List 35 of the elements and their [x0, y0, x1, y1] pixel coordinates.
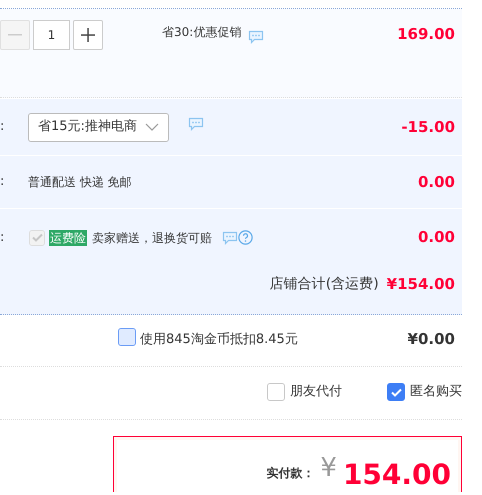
item-price: 169.00 — [397, 24, 455, 45]
payment-amount: 154.00 — [342, 458, 451, 492]
insurance-text: 卖家赠送，退换货可赔 — [92, 230, 212, 246]
insurance-badge: 运费险 — [49, 230, 87, 246]
store-total-label: 店铺合计(含运费) — [270, 275, 379, 294]
field-label: : — [0, 173, 6, 192]
check-icon — [390, 388, 402, 396]
plus-icon — [81, 28, 95, 42]
option-label[interactable]: 匿名购买 — [410, 382, 462, 402]
checkbox[interactable] — [267, 383, 285, 401]
checkbox[interactable] — [387, 383, 405, 401]
checkbox[interactable] — [118, 328, 136, 346]
coins-amount: ¥0.00 — [408, 329, 455, 350]
field-label: : — [0, 228, 6, 247]
currency-symbol: ¥ — [320, 452, 337, 485]
caret-icon — [144, 123, 159, 131]
discount-dropdown[interactable]: 省15元:推神电商 — [28, 112, 169, 142]
help-icon[interactable] — [238, 230, 253, 245]
comment-icon[interactable] — [248, 30, 264, 44]
comment-icon[interactable] — [222, 230, 238, 244]
quantity-field[interactable]: 1 — [33, 20, 70, 50]
field-label: : — [0, 118, 6, 136]
check-icon — [32, 233, 42, 242]
plus-button[interactable] — [73, 20, 103, 50]
option-label[interactable]: 朋友代付 — [290, 382, 342, 402]
payment-label: 实付款： — [266, 465, 314, 482]
promo-text: 省30:优惠促销 — [162, 24, 242, 41]
discount-amount: -15.00 — [401, 116, 455, 138]
insurance-amount: 0.00 — [418, 227, 455, 248]
minus-icon — [8, 34, 22, 36]
store-total-amount: ¥154.00 — [386, 274, 455, 296]
shipping-method: 普通配送 快递 免邮 — [28, 174, 132, 191]
comment-icon[interactable] — [188, 117, 204, 131]
coins-text: 使用845淘金币抵扣8.45元 — [140, 331, 298, 349]
shipping-amount: 0.00 — [418, 172, 455, 193]
